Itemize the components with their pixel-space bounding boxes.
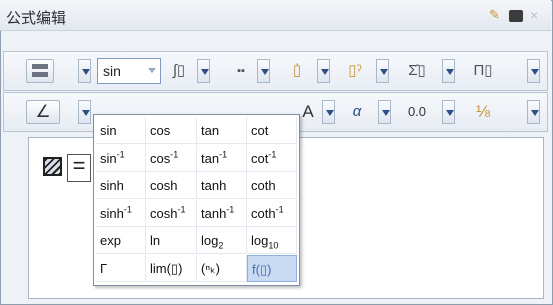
function-option[interactable]: exp [96, 227, 146, 254]
align-dropdown-arrow[interactable] [78, 59, 91, 83]
function-dropdown-panel: sin cos tan cot sin-1 cos-1 tan-1 cot-1 sinh cosh… [93, 114, 300, 286]
chevron-down-icon[interactable] [146, 59, 158, 83]
equals-template[interactable]: = [67, 154, 91, 182]
greek-button[interactable]: α [342, 100, 372, 124]
function-option[interactable]: (ⁿₖ) [197, 254, 247, 282]
toolbar-row-1: sin ∫▯ ▪▪ ▯̇ ▯ˀ Σ̂▯ Π▯ [3, 51, 548, 91]
function-option[interactable]: sinh [96, 172, 146, 199]
function-option[interactable]: sin-1 [96, 144, 146, 172]
function-option[interactable]: cos-1 [146, 144, 197, 172]
function-option[interactable]: cot-1 [247, 144, 297, 172]
function-option[interactable]: log2 [197, 227, 247, 254]
title-bar: 公式编辑 ✎ × [0, 0, 551, 31]
power-button[interactable]: ▯ˀ [340, 59, 370, 83]
fraction-dropdown-arrow[interactable] [527, 100, 540, 124]
window-title: 公式编辑 [6, 10, 67, 27]
function-option[interactable]: coth-1 [247, 199, 297, 227]
function-option[interactable]: log10 [247, 227, 297, 254]
number-format-button[interactable]: 0.0 [397, 100, 437, 124]
function-option[interactable]: ln [146, 227, 197, 254]
function-option[interactable]: tanh-1 [197, 199, 247, 227]
font-button[interactable]: A [298, 100, 318, 124]
close-icon[interactable]: × [530, 6, 538, 24]
function-option[interactable]: tan-1 [197, 144, 247, 172]
function-option[interactable]: cosh [146, 172, 197, 199]
accent-button[interactable]: ▯̇ [282, 59, 312, 83]
placeholder-box-icon[interactable] [43, 157, 62, 176]
angle-dropdown-arrow[interactable] [78, 100, 91, 124]
function-option[interactable]: lim(▯) [146, 254, 197, 282]
product-button[interactable]: Π▯ [463, 59, 503, 83]
function-option[interactable]: tanh [197, 172, 247, 199]
accent-dropdown-arrow[interactable] [317, 59, 330, 83]
fraction-button[interactable]: ⅛ [463, 100, 503, 124]
function-option[interactable]: cosh-1 [146, 199, 197, 227]
function-option[interactable]: f(▯) [247, 254, 297, 282]
sum-dropdown-arrow[interactable] [442, 59, 455, 83]
pin-icon[interactable]: ✎ [489, 6, 500, 24]
font-dropdown-arrow[interactable] [322, 100, 335, 124]
matrix-dropdown-arrow[interactable] [257, 59, 270, 83]
function-option[interactable]: Γ [96, 254, 146, 282]
function-option[interactable]: cot [247, 117, 297, 144]
dock-icon[interactable] [509, 10, 523, 22]
function-option[interactable]: coth [247, 172, 297, 199]
function-option[interactable]: sinh-1 [96, 199, 146, 227]
matrix-button[interactable]: ▪▪ [226, 59, 256, 83]
function-combo[interactable]: sin [97, 58, 161, 84]
power-dropdown-arrow[interactable] [376, 59, 389, 83]
sum-button[interactable]: Σ̂▯ [397, 59, 437, 83]
align-button[interactable] [26, 59, 54, 83]
product-dropdown-arrow[interactable] [527, 59, 540, 83]
integral-dropdown-arrow[interactable] [197, 59, 210, 83]
greek-dropdown-arrow[interactable] [378, 100, 391, 124]
function-option[interactable]: sin [96, 117, 146, 144]
function-combo-value: sin [103, 63, 121, 79]
number-format-dropdown-arrow[interactable] [442, 100, 455, 124]
function-option[interactable]: tan [197, 117, 247, 144]
function-option[interactable]: cos [146, 117, 197, 144]
integral-button[interactable]: ∫▯ [164, 59, 194, 83]
angle-button[interactable]: ∠ [26, 100, 60, 124]
